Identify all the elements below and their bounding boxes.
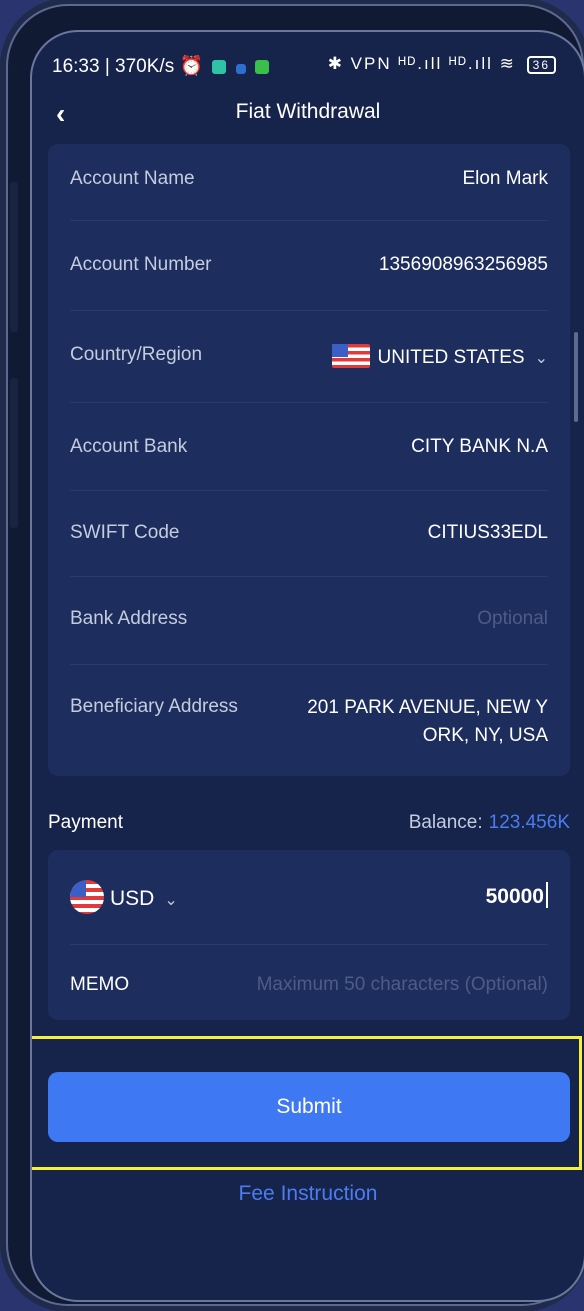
lock-notification-icon: [255, 60, 269, 74]
account-name-label: Account Name: [70, 168, 195, 189]
country-value: UNITED STATES: [377, 347, 525, 368]
account-bank-value[interactable]: CITY BANK N.A: [411, 436, 548, 458]
account-bank-label: Account Bank: [70, 436, 188, 457]
flag-notification-icon: [235, 64, 246, 74]
balance: Balance: 123.456K: [408, 812, 570, 833]
divider: [70, 576, 548, 577]
volume-button: [10, 182, 18, 332]
divider: [70, 402, 548, 403]
bank-address-label: Bank Address: [70, 608, 188, 629]
swift-label: SWIFT Code: [70, 522, 180, 543]
bank-address-input[interactable]: Optional: [477, 608, 548, 630]
usd-flag-icon: [70, 880, 104, 914]
memo-input[interactable]: Maximum 50 characters (Optional): [257, 974, 548, 996]
divider: [70, 310, 548, 311]
amount-input[interactable]: 50000: [486, 882, 548, 909]
page-title: Fiat Withdrawal: [235, 100, 381, 123]
text-cursor: [546, 882, 548, 908]
memo-label: MEMO: [70, 974, 130, 995]
phone-frame: 16:33 | 370K/s ⏰ ✱ VPN ᴴᴰ.ıll ᴴᴰ.ıll ≋ 3…: [8, 6, 584, 1304]
currency-select[interactable]: USD ⌄: [70, 880, 178, 914]
account-name-value[interactable]: Elon Mark: [462, 168, 548, 190]
status-time: 16:33 | 370K/s ⏰: [52, 54, 269, 78]
divider: [70, 220, 548, 221]
app-screen: 16:33 | 370K/s ⏰ ✱ VPN ᴴᴰ.ıll ᴴᴰ.ıll ≋ 3…: [30, 30, 584, 1302]
status-bar: 16:33 | 370K/s ⏰ ✱ VPN ᴴᴰ.ıll ᴴᴰ.ıll ≋ 3…: [32, 32, 584, 88]
battery-icon: 36: [526, 56, 556, 74]
divider: [70, 944, 548, 945]
payment-card: USD ⌄ 50000 MEMO Maximum 50 characters (O…: [48, 850, 570, 1020]
scrollbar[interactable]: [574, 332, 578, 422]
us-flag-icon: [331, 344, 370, 368]
app-notification-icon: [212, 60, 227, 74]
fee-instruction-link[interactable]: Fee Instruction: [32, 1182, 584, 1206]
power-button: [10, 378, 18, 528]
divider: [70, 664, 548, 665]
top-nav: ‹ Fiat Withdrawal: [32, 96, 584, 136]
country-label: Country/Region: [70, 344, 203, 365]
submit-button[interactable]: Submit: [48, 1072, 570, 1142]
payment-label: Payment: [48, 812, 123, 833]
bank-details-card: Account Name Elon Mark Account Number 13…: [48, 144, 570, 776]
balance-value: 123.456K: [488, 812, 570, 833]
beneficiary-address-value[interactable]: 201 PARK AVENUE, NEW Y ORK, NY, USA: [307, 694, 548, 750]
divider: [70, 490, 548, 491]
account-number-label: Account Number: [70, 254, 212, 275]
swift-value[interactable]: CITIUS33EDL: [428, 522, 548, 544]
status-icons: ✱ VPN ᴴᴰ.ıll ᴴᴰ.ıll ≋ 36: [328, 54, 556, 74]
chevron-down-icon: ⌄: [164, 892, 178, 909]
account-number-value[interactable]: 1356908963256985: [379, 254, 548, 276]
alarm-icon: ⏰: [179, 56, 204, 77]
country-select[interactable]: UNITED STATES ⌄: [331, 344, 548, 369]
chevron-down-icon: ⌄: [534, 350, 548, 367]
beneficiary-address-label: Beneficiary Address: [70, 696, 238, 717]
